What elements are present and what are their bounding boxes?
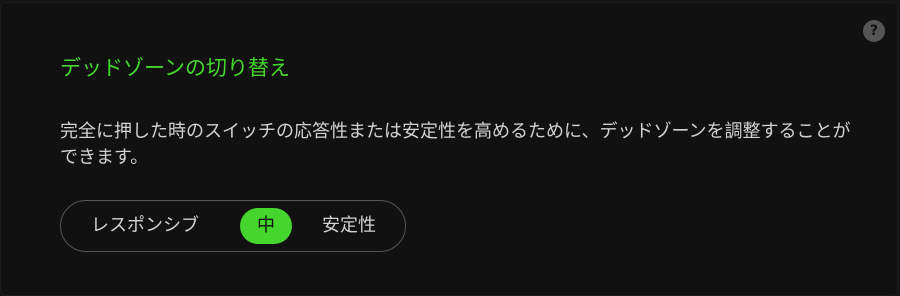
deadzone-segmented-control: レスポンシブ 中 安定性 — [60, 200, 406, 252]
deadzone-settings-panel: ? デッドゾーンの切り替え 完全に押した時のスイッチの応答性または安定性を高める… — [0, 2, 898, 296]
question-circle-icon[interactable]: ? — [863, 20, 885, 42]
section-description: 完全に押した時のスイッチの応答性または安定性を高めるために、デッドゾーンを調整す… — [60, 121, 851, 168]
deadzone-option-stable[interactable]: 安定性 — [309, 208, 389, 244]
deadzone-option-medium[interactable]: 中 — [240, 208, 292, 244]
deadzone-option-responsive[interactable]: レスポンシブ — [75, 208, 215, 244]
section-title: デッドゾーンの切り替え — [60, 56, 290, 80]
